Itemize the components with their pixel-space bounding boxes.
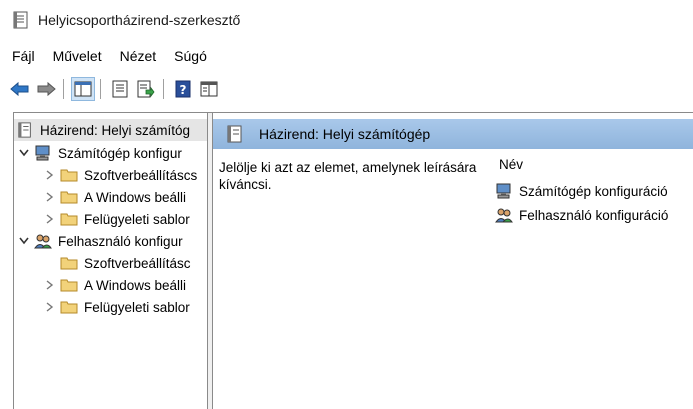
folder-icon <box>60 191 78 204</box>
tree-item-user-software-settings[interactable]: Szoftverbeállításc <box>60 252 191 274</box>
list-item-label: Felhasználó konfiguráció <box>519 207 669 223</box>
tree-item-label: Szoftverbeállításcs <box>84 167 198 183</box>
folder-icon <box>60 257 78 270</box>
tree-root-local-policy[interactable]: Házirend: Helyi számítóg <box>14 119 207 141</box>
help-icon: ? <box>175 80 191 98</box>
tree-item-label: Felhasználó konfigur <box>58 233 183 249</box>
tree-item-label: A Windows beálli <box>84 277 187 293</box>
export-list-icon <box>137 80 155 98</box>
back-button[interactable] <box>8 77 32 101</box>
policy-editor-icon <box>13 11 28 29</box>
console-workarea: Házirend: Helyi számítóg Számítógép konf… <box>13 112 693 409</box>
list-item-user-config[interactable]: Felhasználó konfiguráció <box>495 205 668 225</box>
tree-item-user-windows-settings[interactable]: A Windows beálli <box>44 274 186 296</box>
tree-root-label: Házirend: Helyi számítóg <box>40 122 191 138</box>
chevron-right-icon[interactable] <box>44 169 56 181</box>
export-list-button[interactable] <box>134 77 158 101</box>
menu-help[interactable]: Súgó <box>166 48 215 64</box>
column-header-name[interactable]: Név <box>499 157 523 172</box>
chevron-down-icon[interactable] <box>18 235 30 247</box>
tree-item-computer-config[interactable]: Számítógép konfigur <box>18 142 182 164</box>
navigation-tree: Házirend: Helyi számítóg Számítógép konf… <box>14 113 207 409</box>
menu-view[interactable]: Nézet <box>112 48 165 64</box>
forward-button[interactable] <box>34 77 58 101</box>
toolbar: ? <box>0 74 693 104</box>
folder-icon <box>60 213 78 226</box>
show-hide-tree-button[interactable] <box>71 77 95 101</box>
properties-button[interactable] <box>108 77 132 101</box>
users-icon <box>34 234 52 249</box>
menu-bar: Fájl Művelet Nézet Súgó <box>0 44 215 68</box>
toolbar-separator <box>163 79 164 99</box>
back-arrow-icon <box>10 81 29 97</box>
svg-text:?: ? <box>180 83 187 97</box>
extended-view-button[interactable] <box>197 77 221 101</box>
computer-icon <box>496 183 511 199</box>
list-item-computer-config[interactable]: Számítógép konfiguráció <box>495 181 668 201</box>
title-bar: Helyicsoportházirend-szerkesztő <box>0 0 693 40</box>
menu-file[interactable]: Fájl <box>4 48 43 64</box>
folder-icon <box>60 169 78 182</box>
tree-item-label: Felügyeleti sablor <box>84 299 190 315</box>
chevron-down-icon[interactable] <box>18 147 30 159</box>
tree-item-label: Szoftverbeállításc <box>84 255 191 271</box>
details-pane: Házirend: Helyi számítógép Jelölje ki az… <box>213 113 693 409</box>
toolbar-separator <box>100 79 101 99</box>
window-title: Helyicsoportházirend-szerkesztő <box>38 12 241 28</box>
details-header-title: Házirend: Helyi számítógép <box>259 126 431 142</box>
tree-item-user-admin-templates[interactable]: Felügyeleti sablor <box>44 296 190 318</box>
toolbar-separator <box>63 79 64 99</box>
users-icon <box>495 208 513 223</box>
chevron-right-icon[interactable] <box>44 279 56 291</box>
description-text: Jelölje ki azt az elemet, amelynek leírá… <box>219 160 477 192</box>
chevron-right-icon[interactable] <box>44 213 56 225</box>
tree-item-user-config[interactable]: Felhasználó konfigur <box>18 230 183 252</box>
tree-item-windows-settings[interactable]: A Windows beálli <box>44 186 186 208</box>
menu-action[interactable]: Művelet <box>45 48 110 64</box>
list-item-label: Számítógép konfiguráció <box>519 183 668 199</box>
folder-icon <box>60 301 78 314</box>
chevron-right-icon[interactable] <box>44 301 56 313</box>
show-hide-tree-icon <box>74 81 92 97</box>
tree-item-label: Felügyeleti sablor <box>84 211 190 227</box>
folder-icon <box>60 279 78 292</box>
computer-icon <box>35 145 50 161</box>
policy-document-icon <box>18 122 31 138</box>
tree-item-label: A Windows beálli <box>84 189 187 205</box>
policy-document-icon <box>227 125 242 143</box>
extended-view-icon <box>200 81 218 97</box>
help-button[interactable]: ? <box>171 77 195 101</box>
tree-item-admin-templates[interactable]: Felügyeleti sablor <box>44 208 190 230</box>
properties-icon <box>112 80 128 98</box>
forward-arrow-icon <box>37 81 56 97</box>
tree-item-label: Számítógép konfigur <box>58 145 182 161</box>
details-header: Házirend: Helyi számítógép <box>213 119 693 149</box>
chevron-right-icon[interactable] <box>44 191 56 203</box>
tree-item-software-settings[interactable]: Szoftverbeállításcs <box>44 164 197 186</box>
